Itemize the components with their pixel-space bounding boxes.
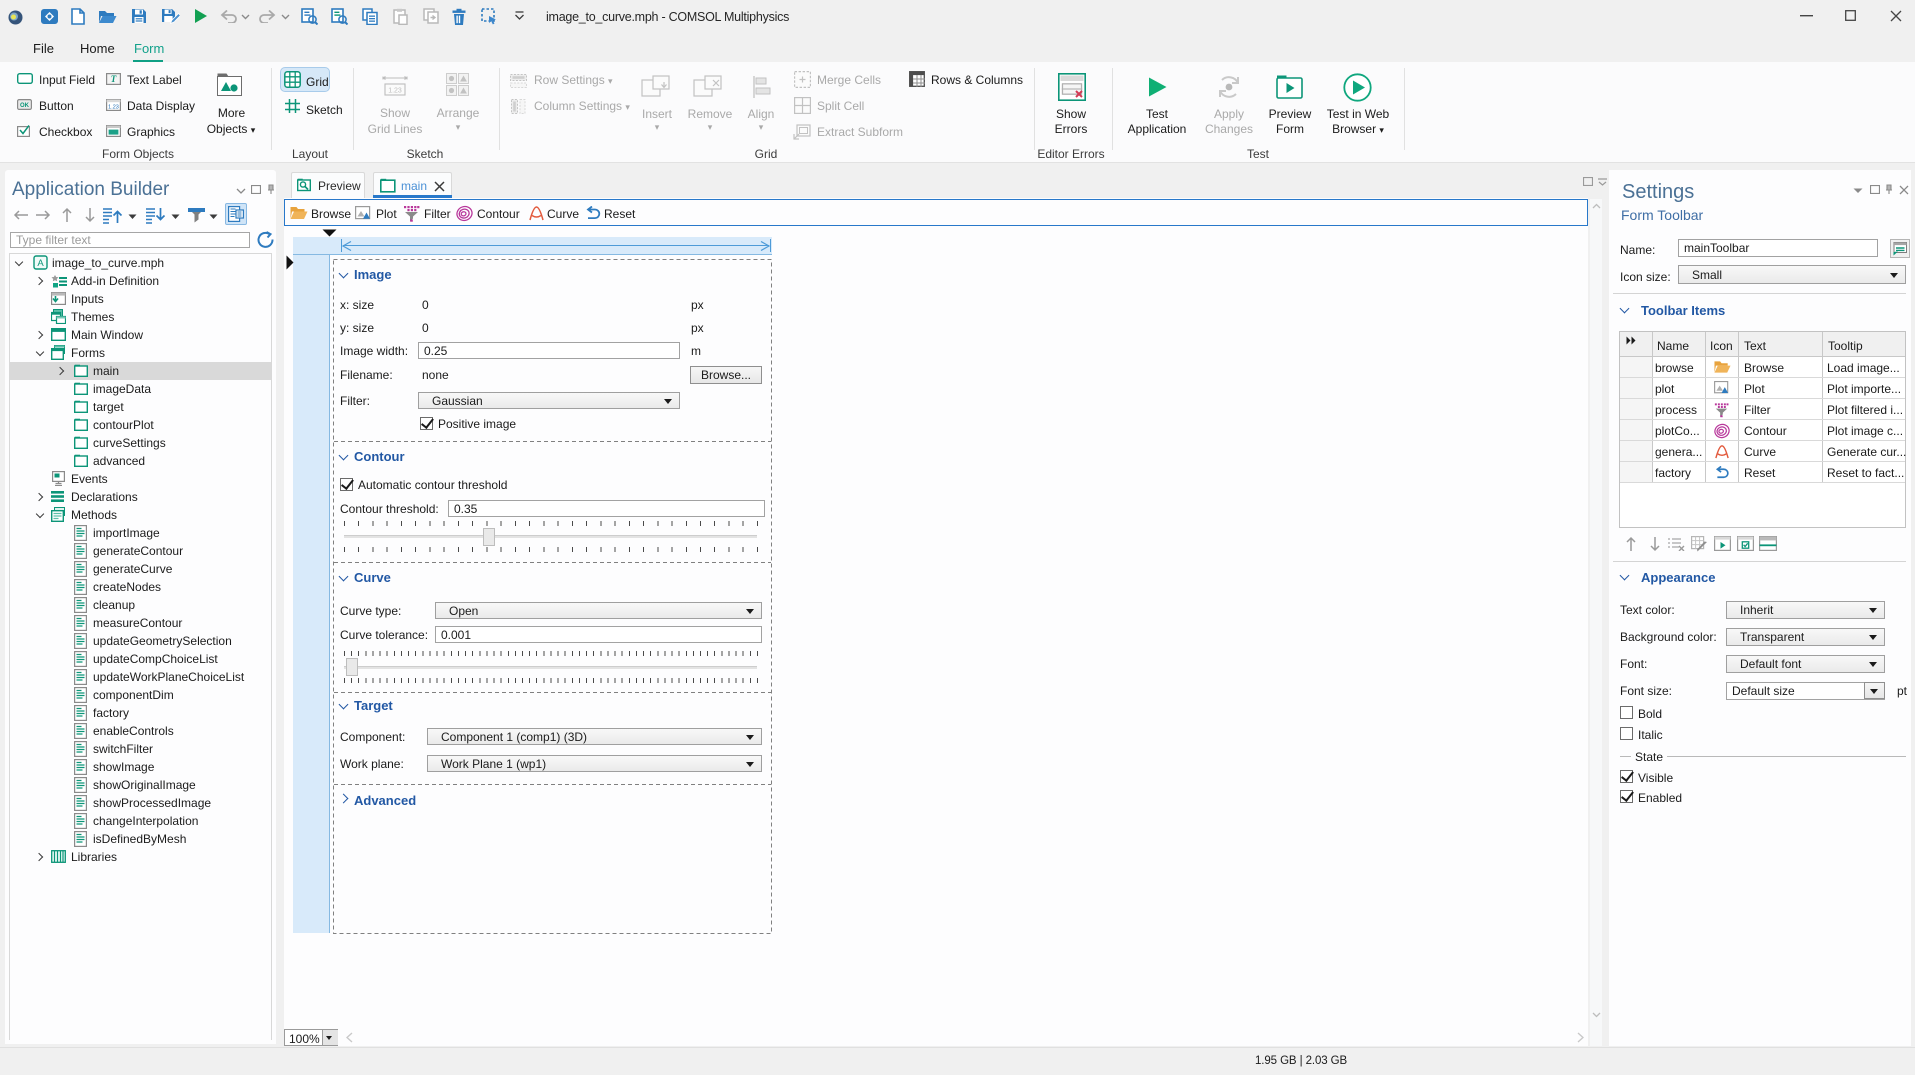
svg-text:1.23: 1.23 xyxy=(388,88,402,95)
svg-text:T: T xyxy=(111,74,117,84)
svg-text:A: A xyxy=(37,258,44,269)
svg-text:OK: OK xyxy=(20,103,30,109)
svg-text:1.23: 1.23 xyxy=(108,105,119,111)
